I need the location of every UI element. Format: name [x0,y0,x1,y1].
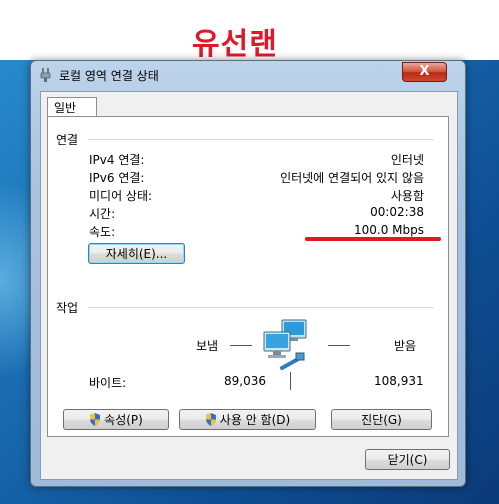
disable-button[interactable]: 사용 안 함(D) [179,409,316,430]
ipv4-value: 인터넷 [390,153,424,167]
speed-label: 속도: [89,225,116,239]
annotation-title: 유선랜 [192,27,278,62]
duration-value: 00:02:38 [370,205,424,219]
bytes-received-value: 108,931 [374,374,424,388]
close-button[interactable]: 닫기(C) [365,449,450,470]
network-connection-icon [40,68,52,82]
status-window: 로컬 영역 연결 상태 X 일반 연결 IPv4 연결: 인터넷 IPv6 연결… [30,60,466,487]
sent-label: 보냄 [196,339,219,353]
network-activity-icon [260,318,322,372]
connection-group-label: 연결 [56,133,79,147]
uac-shield-icon [89,412,101,426]
uac-shield-icon [205,412,217,426]
sent-line [230,345,252,346]
disable-button-label: 사용 안 함(D) [219,413,291,427]
dialog-client-area: 일반 연결 IPv4 연결: 인터넷 IPv6 연결: 인터넷에 연결되어 있지… [40,91,458,480]
properties-button[interactable]: 속성(P) [63,409,169,430]
title-bar[interactable]: 로컬 영역 연결 상태 X [31,61,465,89]
connection-group-divider [88,139,434,140]
bytes-label: 바이트: [89,376,127,390]
duration-label: 시간: [89,207,116,221]
received-label: 받음 [394,339,417,353]
close-icon: X [419,64,430,79]
speed-value: 100.0 Mbps [353,223,424,237]
received-line [328,345,350,346]
activity-connector-line [290,372,291,390]
details-button[interactable]: 자세히(E)... [88,243,185,264]
close-window-button[interactable]: X [402,62,447,82]
ipv6-value: 인터넷에 연결되어 있지 않음 [280,171,424,185]
speed-highlight-underline [305,237,441,241]
activity-group-divider [88,307,434,308]
general-tab-panel: 연결 IPv4 연결: 인터넷 IPv6 연결: 인터넷에 연결되어 있지 않음… [47,116,449,437]
media-state-value: 사용함 [390,189,424,203]
ipv6-label: IPv6 연결: [89,171,145,185]
tab-general[interactable]: 일반 [47,97,97,117]
activity-group-label: 작업 [56,301,79,315]
properties-button-label: 속성(P) [104,413,143,427]
bytes-sent-value: 89,036 [224,374,266,388]
media-state-label: 미디어 상태: [89,189,153,203]
ipv4-label: IPv4 연결: [89,153,145,167]
diagnose-button[interactable]: 진단(G) [331,409,432,430]
window-title: 로컬 영역 연결 상태 [59,69,159,83]
